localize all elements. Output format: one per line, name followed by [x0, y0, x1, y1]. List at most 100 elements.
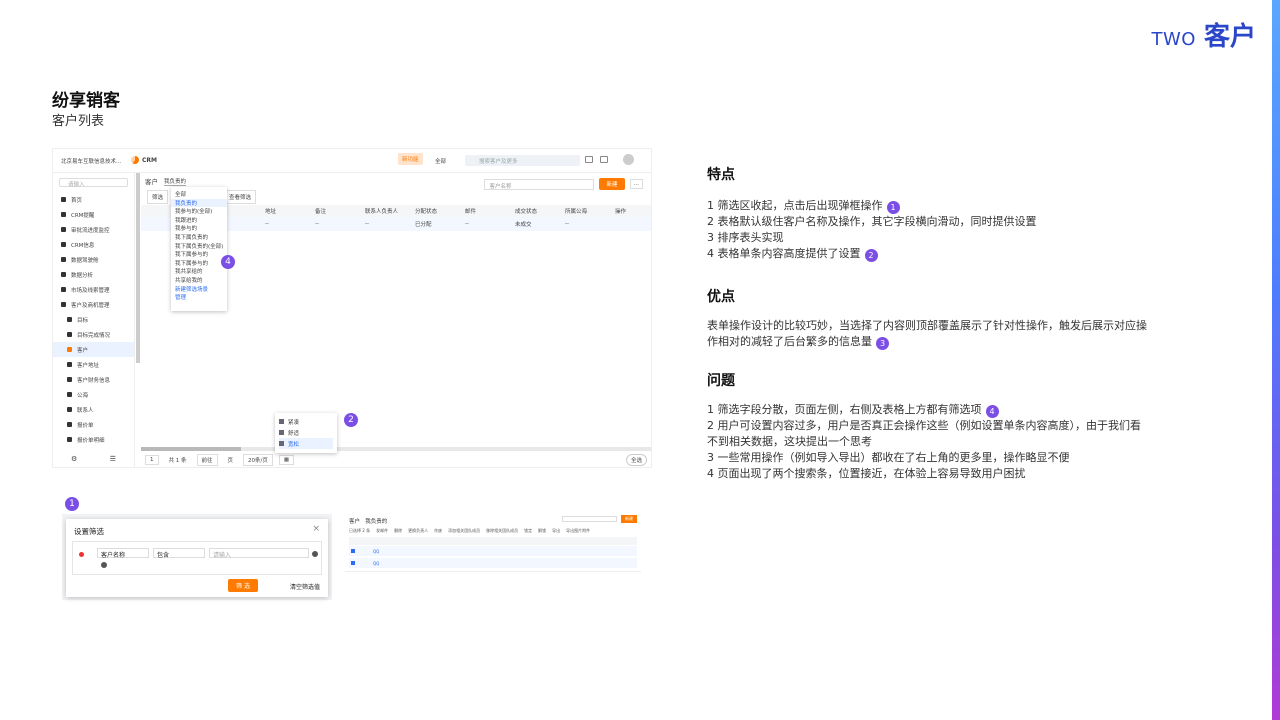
menu-icon[interactable]: ☰ [110, 455, 116, 463]
sidebar-item[interactable]: 客户地址 [53, 357, 134, 372]
dropdown-item[interactable]: 我负责的 [171, 198, 227, 208]
settings-icon[interactable]: ⚙ [71, 455, 77, 463]
comfortable-icon [279, 430, 284, 435]
value-input[interactable]: 请输入 [209, 548, 309, 559]
sidebar-item[interactable]: 联系人 [53, 402, 134, 417]
global-search-input[interactable]: 搜索客户及更多 [465, 155, 580, 166]
sidebar-item[interactable]: 客户及商机管理 [53, 297, 134, 312]
bulk-action[interactable]: 解锁 [538, 528, 546, 534]
dropdown-item[interactable]: 共享给我的 [171, 276, 227, 285]
dropdown-item[interactable]: 我跟进的 [171, 216, 227, 225]
page-number[interactable]: 1 [145, 455, 159, 465]
clear-filter-button[interactable]: 清空筛选值 [290, 582, 320, 591]
height-option[interactable]: 宽松 [279, 438, 333, 449]
search-scope-select[interactable]: 全部 [435, 157, 446, 165]
close-icon[interactable]: × [312, 524, 320, 534]
bulk-action[interactable]: 作废 [434, 528, 442, 534]
sidebar-search-input[interactable]: 请输入 [59, 178, 128, 188]
dropdown-item[interactable]: 我下属参与的 [171, 259, 227, 268]
bulk-action[interactable]: 更换负责人 [408, 528, 428, 534]
dropdown-manage[interactable]: 管理 [171, 293, 227, 302]
sidebar-item[interactable]: 数据分析 [53, 267, 134, 282]
crm-logo[interactable]: CRM [131, 156, 157, 164]
dropdown-item[interactable]: 我下属参与的 [171, 250, 227, 259]
table-header-cell[interactable]: 分配状态 [415, 207, 465, 215]
table-header-cell[interactable]: 地址 [265, 207, 315, 215]
view-select[interactable]: 我负责的 [164, 177, 187, 186]
list-search-input[interactable]: 客户名称 [484, 178, 595, 190]
filter-rule-box: 客户名称 包含 请输入 [72, 541, 322, 575]
height-option[interactable]: 紧凑 [279, 416, 333, 427]
customer-name[interactable]: QQ [373, 549, 379, 554]
sidebar-item[interactable]: CRM提醒 [53, 207, 134, 222]
table-hscrollbar[interactable] [141, 447, 651, 451]
sidebar-item[interactable]: 目标完成情况 [53, 327, 134, 342]
quote-detail-icon [67, 437, 72, 442]
mail-icon[interactable] [585, 156, 593, 163]
dropdown-item[interactable]: 我参与的(全部) [171, 207, 227, 216]
per-page-select[interactable]: 20条/页 [243, 454, 273, 466]
remove-rule-icon[interactable] [79, 552, 84, 557]
new-feature-badge[interactable]: 新功能 [398, 153, 423, 165]
sidebar-item[interactable]: 客户财务信息 [53, 372, 134, 387]
bulk-action[interactable]: 移除相关团队成员 [486, 528, 518, 534]
snapshot-search[interactable] [562, 516, 617, 522]
bulk-action-bar: 已选择 2 条 发邮件 删除 更换负责人 作废 添加相关团队成员 移除相关团队成… [349, 527, 637, 535]
sidebar-item[interactable]: 报价单 [53, 417, 134, 432]
sidebar-item-label: 首页 [71, 197, 83, 204]
bulk-action[interactable]: 导出 [552, 528, 560, 534]
dropdown-item[interactable]: 我共享给的 [171, 267, 227, 276]
filter-button[interactable]: 筛选 [147, 190, 169, 204]
select-all-toggle[interactable]: 全选 [625, 454, 647, 466]
bulk-action[interactable]: 锁定 [524, 528, 532, 534]
row-height-icon[interactable]: ▦ [278, 455, 295, 465]
table-header-cell[interactable]: 所属公海 [565, 207, 615, 215]
customer-name[interactable]: QQ [373, 561, 379, 566]
table-header-cell[interactable]: 邮件 [465, 207, 515, 215]
snapshot-view-select[interactable]: 我负责的 [365, 519, 387, 525]
bulk-action[interactable]: 删除 [394, 528, 402, 534]
field-select[interactable]: 客户名称 [97, 548, 149, 559]
bulk-action[interactable]: 发邮件 [376, 528, 388, 534]
sidebar-scrollbar[interactable] [136, 173, 140, 363]
operator-select[interactable]: 包含 [153, 548, 205, 559]
sidebar-item[interactable]: 市场及线索管理 [53, 282, 134, 297]
goto-page-input[interactable]: 前往 [196, 454, 218, 466]
view-filter-button[interactable]: 查看筛选 [224, 190, 257, 204]
sidebar-item[interactable]: CRM信息 [53, 237, 134, 252]
calendar-icon[interactable] [600, 156, 608, 163]
dropdown-item[interactable]: 我下属负责的(全部) [171, 242, 227, 251]
filter-submit-button[interactable]: 筛 选 [228, 579, 258, 592]
sidebar-item[interactable]: 首页 [53, 192, 134, 207]
sidebar-item[interactable]: 审批流进度监控 [53, 222, 134, 237]
add-rule-icon[interactable] [101, 562, 107, 568]
dropdown-item[interactable]: 我参与的 [171, 224, 227, 233]
checkbox-icon[interactable] [351, 549, 355, 553]
bulk-action[interactable]: 导出图片附件 [566, 528, 590, 534]
avatar[interactable] [623, 154, 634, 165]
scroll-thumb[interactable] [141, 447, 241, 451]
dropdown-item[interactable]: 全部 [171, 190, 227, 199]
dropdown-item[interactable]: 我下属负责的 [171, 233, 227, 242]
page-title: 纷享销客 [52, 91, 120, 111]
bulk-action[interactable]: 添加相关团队成员 [448, 528, 480, 534]
sidebar-item[interactable]: 公海 [53, 387, 134, 402]
new-button[interactable]: 新建 [599, 178, 625, 190]
sidebar-item[interactable]: 数据驾驶舱 [53, 252, 134, 267]
snapshot-new-button[interactable]: 新建 [621, 515, 637, 523]
table-header-cell[interactable]: 备注 [315, 207, 365, 215]
pros-title: 优点 [707, 289, 735, 305]
table-row[interactable]: QQ [349, 546, 637, 556]
table-row[interactable]: QQ [349, 558, 637, 568]
page-unit: 页 [227, 458, 234, 464]
table-header-cell[interactable]: 联系人负责人 [365, 207, 415, 215]
sidebar-item[interactable]: 报价单明细 [53, 432, 134, 447]
sidebar-item-customer[interactable]: 客户 [53, 342, 134, 357]
dropdown-new-scene[interactable]: 新建筛选场景 [171, 285, 227, 294]
sidebar-item[interactable]: 目标 [53, 312, 134, 327]
checkbox-icon[interactable] [351, 561, 355, 565]
height-option[interactable]: 舒适 [279, 427, 333, 438]
more-button[interactable]: … [629, 179, 643, 189]
table-header-cell[interactable]: 成交状态 [515, 207, 565, 215]
add-condition-icon[interactable] [312, 551, 318, 557]
